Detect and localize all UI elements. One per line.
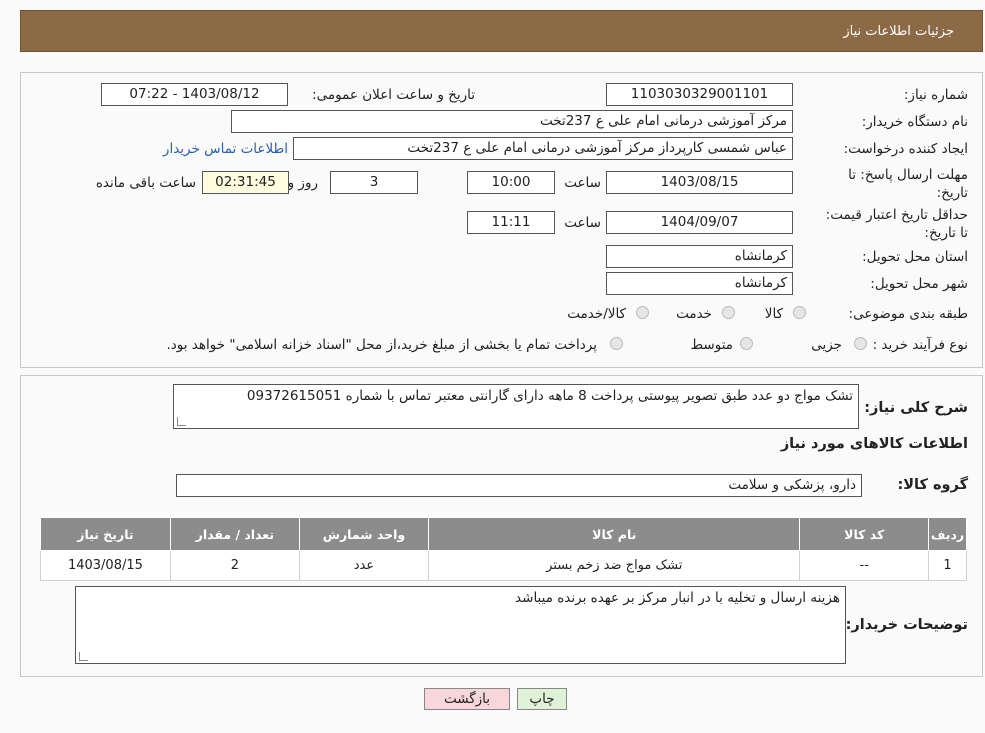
cell-unit: عدد: [298, 550, 430, 581]
print-button[interactable]: چاپ: [517, 688, 567, 710]
category-radio-both[interactable]: [636, 306, 649, 319]
buyer-notes-text: هزینه ارسال و تخلیه با در انبار مرکز بر …: [515, 590, 840, 606]
remaining-time-field: 02:31:45: [202, 171, 289, 194]
page-title: جزئیات اطلاعات نیاز: [843, 24, 954, 39]
category-radio-goods[interactable]: [793, 306, 806, 319]
description-text: تشک مواج دو عدد طبق تصویر پیوستی پرداخت …: [246, 388, 853, 404]
process-radio-medium[interactable]: [740, 337, 753, 350]
cell-qty: 2: [169, 550, 300, 581]
validity-label: حداقل تاریخ اعتبار قیمت: تا تاریخ:: [825, 207, 968, 241]
goods-info-title: اطلاعات کالاهای مورد نیاز: [780, 436, 968, 452]
process-option-minor: جزیی: [811, 337, 842, 353]
process-label: نوع فرآیند خرید :: [872, 337, 968, 353]
creator-label: ایجاد کننده درخواست:: [843, 141, 968, 157]
page-header: جزئیات اطلاعات نیاز: [20, 10, 983, 52]
remaining-label: ساعت باقی مانده: [95, 175, 196, 191]
city-field: کرمانشاه: [606, 272, 793, 295]
buyer-field: مرکز آموزشی درمانی امام علی ع 237تخت: [231, 110, 793, 133]
col-date: تاریخ نیاز: [40, 517, 171, 551]
process-option-medium: متوسط: [690, 337, 733, 353]
col-name: نام کالا: [428, 517, 801, 551]
reply-time-label: ساعت: [564, 175, 601, 191]
description-label: شرح کلی نیاز:: [864, 400, 968, 416]
creator-field: عباس شمسی کارپرداز مرکز آموزشی درمانی ام…: [293, 137, 793, 160]
cell-code: --: [799, 550, 930, 581]
col-qty: تعداد / مقدار: [169, 517, 300, 551]
buyer-notes-field[interactable]: هزینه ارسال و تخلیه با در انبار مرکز بر …: [75, 586, 846, 664]
table-row: 1 -- تشک مواج ضد زخم بستر عدد 2 1403/08/…: [40, 550, 967, 581]
days-field: 3: [330, 171, 418, 194]
city-label: شهر محل تحویل:: [870, 276, 968, 292]
category-option-goods: کالا: [764, 306, 783, 322]
process-radio-minor[interactable]: [854, 337, 867, 350]
category-option-both: کالا/خدمت: [567, 306, 626, 322]
description-field[interactable]: تشک مواج دو عدد طبق تصویر پیوستی پرداخت …: [173, 384, 859, 429]
need-number-label: شماره نیاز:: [903, 87, 968, 103]
col-code: کد کالا: [799, 517, 930, 551]
process-note: پرداخت تمام یا بخشی از مبلغ خرید،از محل …: [166, 337, 597, 353]
buyer-notes-label: توضیحات خریدار:: [845, 617, 968, 633]
reply-time-field: 10:00: [467, 171, 555, 194]
announce-field: 1403/08/12 - 07:22: [101, 83, 288, 106]
col-unit: واحد شمارش: [298, 517, 430, 551]
buyer-label: نام دستگاه خریدار:: [861, 114, 968, 130]
col-row: ردیف: [928, 517, 967, 551]
province-label: استان محل تحویل:: [862, 249, 968, 265]
resize-handle-icon[interactable]: [177, 417, 186, 426]
cell-date: 1403/08/15: [40, 550, 171, 581]
need-number-field: 1103030329001101: [606, 83, 793, 106]
process-radio-treasury[interactable]: [610, 337, 623, 350]
announce-label: تاریخ و ساعت اعلان عمومی:: [312, 87, 475, 103]
cell-name: تشک مواج ضد زخم بستر: [428, 550, 801, 581]
goods-group-field: دارو، پزشکی و سلامت: [176, 474, 862, 497]
back-button[interactable]: بازگشت: [424, 688, 510, 710]
cell-row: 1: [928, 550, 967, 581]
goods-table: ردیف کد کالا نام کالا واحد شمارش تعداد /…: [40, 517, 967, 581]
province-field: کرمانشاه: [606, 245, 793, 268]
table-header-row: ردیف کد کالا نام کالا واحد شمارش تعداد /…: [40, 517, 967, 551]
validity-time-label: ساعت: [564, 215, 601, 231]
days-label: روز و: [287, 175, 318, 191]
goods-group-label: گروه کالا:: [897, 477, 968, 493]
buyer-contact-link[interactable]: اطلاعات تماس خریدار: [163, 141, 288, 157]
validity-time-field: 11:11: [467, 211, 555, 234]
reply-date-field: 1403/08/15: [606, 171, 793, 194]
category-option-service: خدمت: [676, 306, 712, 322]
reply-deadline-label: مهلت ارسال پاسخ: تا تاریخ:: [848, 167, 968, 201]
resize-handle-icon[interactable]: [79, 652, 88, 661]
category-radio-service[interactable]: [722, 306, 735, 319]
validity-date-field: 1404/09/07: [606, 211, 793, 234]
category-label: طبقه بندی موضوعی:: [848, 306, 968, 322]
